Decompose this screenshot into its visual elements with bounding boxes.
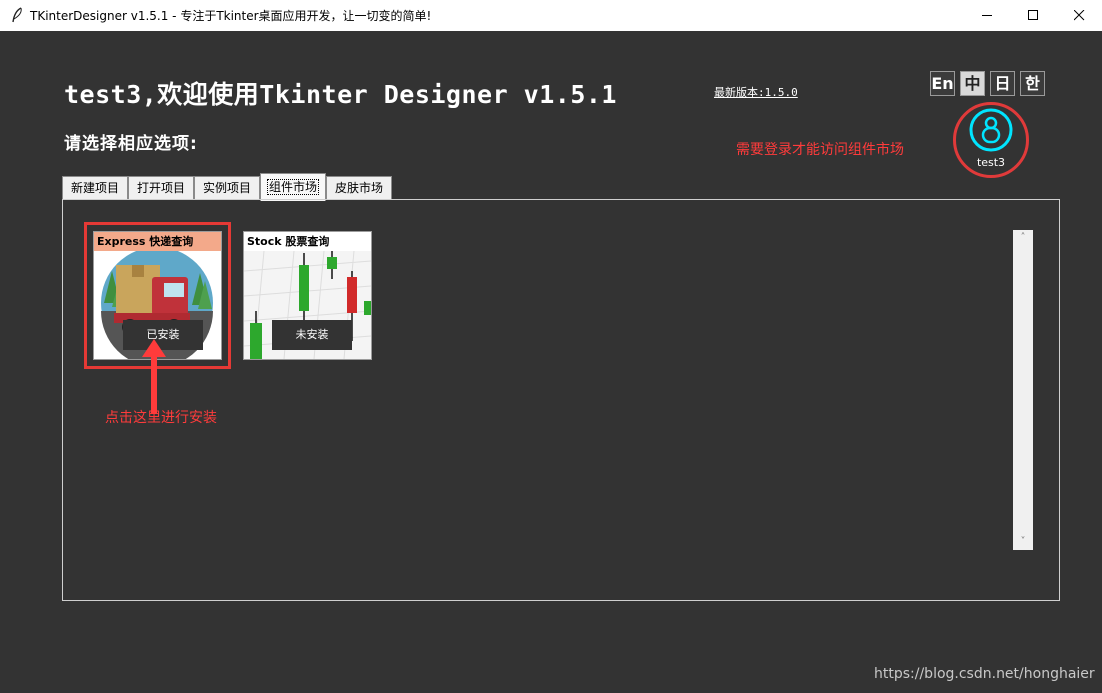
tab-component-market[interactable]: 组件市场 <box>260 173 326 201</box>
latest-version-link[interactable]: 最新版本:1.5.0 <box>714 84 798 100</box>
close-button[interactable] <box>1056 0 1102 31</box>
lang-ko-button[interactable]: 한 <box>1020 71 1045 96</box>
minimize-icon <box>982 15 992 16</box>
card-title: Express 快递查询 <box>94 232 221 251</box>
card-title: Stock 股票查询 <box>247 235 330 248</box>
tab-label: 打开项目 <box>136 181 185 195</box>
welcome-heading: test3,欢迎使用Tkinter Designer v1.5.1 <box>64 80 617 109</box>
tab-open-project[interactable]: 打开项目 <box>128 176 194 200</box>
component-card-stock[interactable]: Stock 股票查询 未安装 <box>243 231 372 360</box>
tab-label: 实例项目 <box>202 181 251 195</box>
user-avatar-icon[interactable] <box>968 107 1014 153</box>
title-bar: TKinterDesigner v1.5.1 - 专注于Tkinter桌面应用开… <box>0 0 1102 32</box>
window-title: TKinterDesigner v1.5.1 - 专注于Tkinter桌面应用开… <box>30 9 432 23</box>
feather-icon <box>12 7 22 23</box>
tab-label: 新建项目 <box>70 181 119 195</box>
maximize-icon <box>1028 10 1038 20</box>
lang-en-button[interactable]: En <box>930 71 955 96</box>
select-prompt: 请选择相应选项: <box>64 134 198 154</box>
install-status-button[interactable]: 未安装 <box>272 320 352 350</box>
up-arrow-annotation-icon <box>142 339 166 414</box>
scroll-up-icon[interactable]: ˄ <box>1013 230 1033 246</box>
scroll-down-icon[interactable]: ˅ <box>1013 534 1033 550</box>
tab-label: 组件市场 <box>266 179 320 195</box>
minimize-button[interactable] <box>964 0 1010 31</box>
username-label: test3 <box>976 156 1006 169</box>
tab-label: 皮肤市场 <box>334 181 383 195</box>
watermark: https://blog.csdn.net/honghaier <box>874 666 1095 682</box>
lang-zh-button[interactable]: 中 <box>960 71 985 96</box>
close-icon <box>1074 10 1085 21</box>
login-hint-annotation: 需要登录才能访问组件市场 <box>736 142 904 158</box>
tab-new-project[interactable]: 新建项目 <box>62 176 128 200</box>
maximize-button[interactable] <box>1010 0 1056 31</box>
tab-example-project[interactable]: 实例项目 <box>194 176 260 200</box>
main-area: test3,欢迎使用Tkinter Designer v1.5.1 最新版本:1… <box>0 31 1102 693</box>
vertical-scrollbar[interactable]: ˄ ˅ <box>1013 230 1033 550</box>
install-hint-annotation: 点击这里进行安装 <box>105 410 217 426</box>
lang-ja-button[interactable]: 日 <box>990 71 1015 96</box>
tab-skin-market[interactable]: 皮肤市场 <box>326 176 392 200</box>
